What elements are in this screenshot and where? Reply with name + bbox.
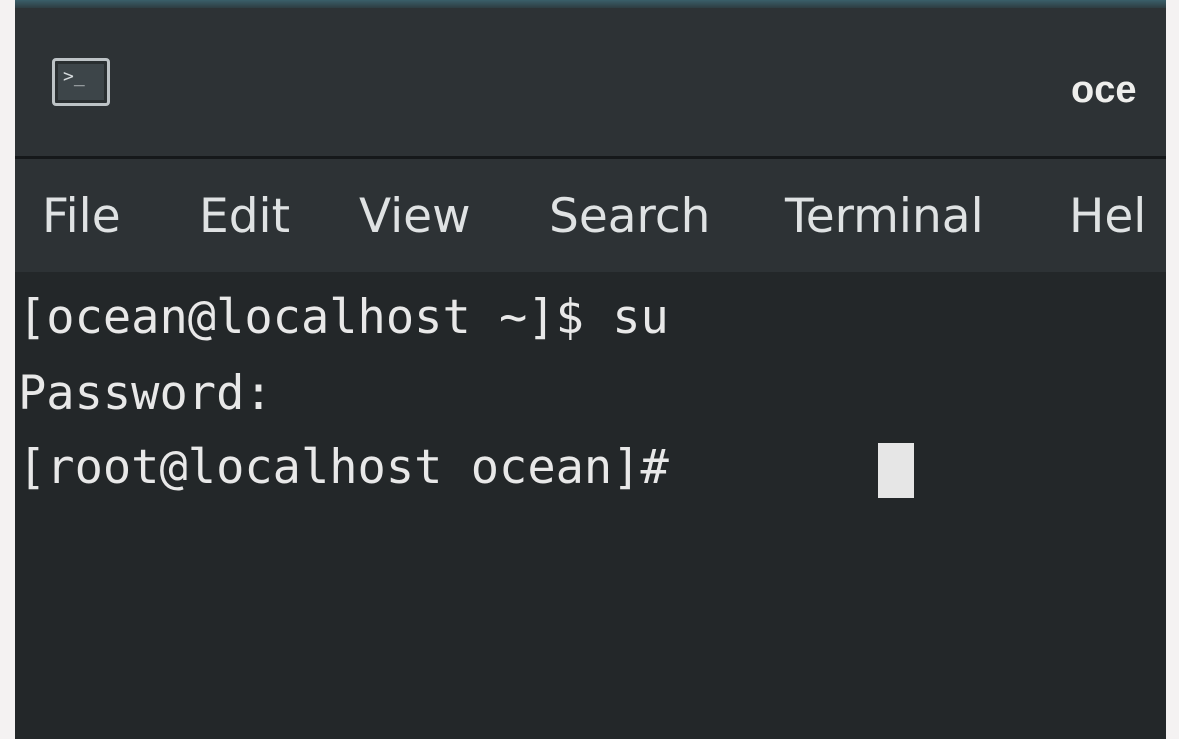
screen: >_ oce File Edit View Search Terminal He… xyxy=(0,0,1179,739)
terminal-window[interactable]: >_ oce File Edit View Search Terminal He… xyxy=(15,8,1166,739)
menu-edit[interactable]: Edit xyxy=(199,189,290,245)
terminal-line-2: Password: xyxy=(18,366,273,421)
menu-terminal[interactable]: Terminal xyxy=(785,189,984,245)
window-title: oce xyxy=(1071,69,1137,111)
menu-file[interactable]: File xyxy=(42,189,121,245)
menu-view[interactable]: View xyxy=(359,189,471,245)
title-bar[interactable]: >_ oce xyxy=(15,8,1166,159)
terminal-output[interactable]: [ocean@localhost ~]$ su Password: [root@… xyxy=(15,272,1166,739)
terminal-line-3: [root@localhost ocean]# xyxy=(18,440,698,495)
desktop-right-edge xyxy=(1166,0,1179,739)
desktop-left-edge xyxy=(0,0,15,739)
terminal-prompt-glyph: >_ xyxy=(58,64,104,100)
terminal-icon: >_ xyxy=(52,58,110,106)
terminal-line-1: [ocean@localhost ~]$ su xyxy=(18,290,669,345)
menu-help[interactable]: Hel xyxy=(1069,189,1146,245)
menu-search[interactable]: Search xyxy=(549,189,710,245)
terminal-cursor xyxy=(878,443,914,498)
menu-bar: File Edit View Search Terminal Hel xyxy=(15,159,1166,272)
